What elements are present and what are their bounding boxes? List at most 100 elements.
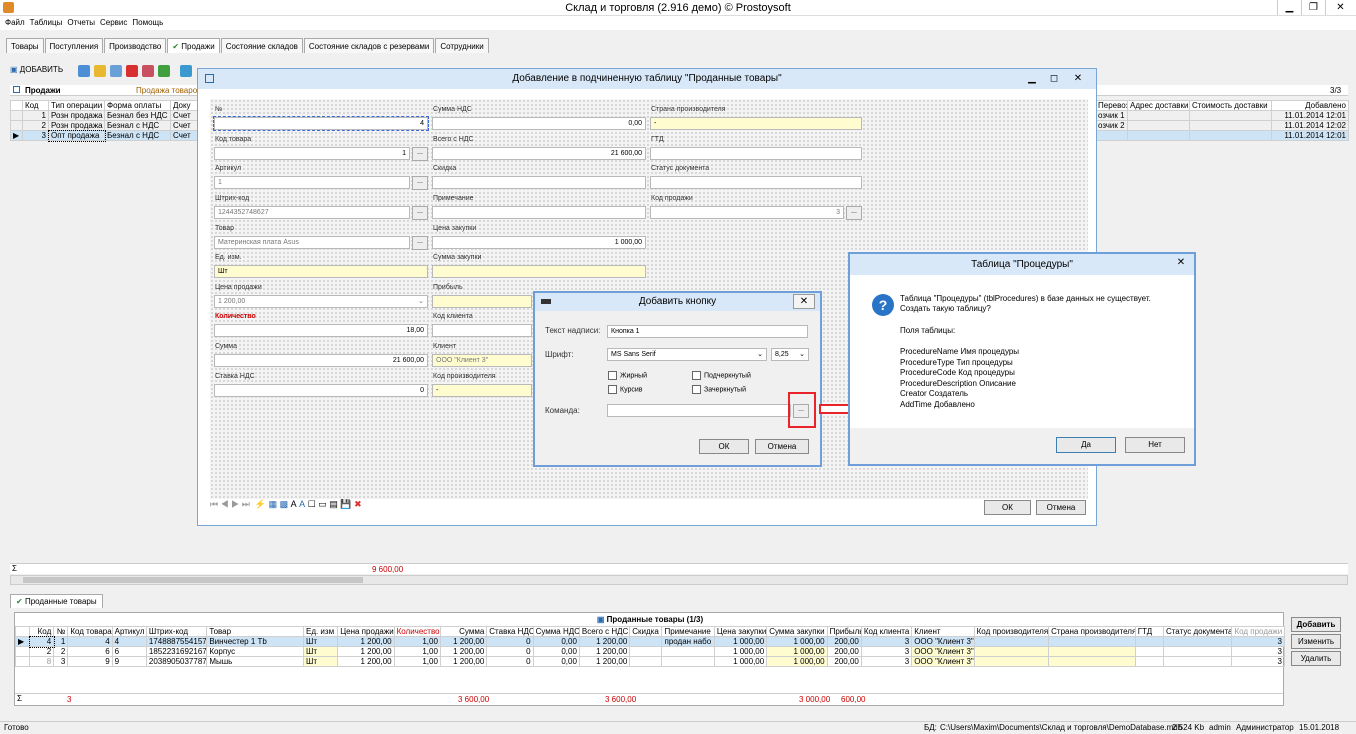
col-carrier[interactable]: Перевозчик: [1095, 100, 1128, 111]
col-header[interactable]: Ед. изм: [302, 626, 339, 637]
main-dialog-cancel-button[interactable]: Отмена: [1036, 500, 1086, 515]
vat-rate-field[interactable]: 0: [214, 384, 428, 397]
bold-checkbox-box[interactable]: [608, 371, 617, 380]
checkbox-icon[interactable]: ☐: [308, 499, 316, 509]
font-select[interactable]: MS Sans Serif ⌄: [607, 348, 767, 361]
tab-stock-reserve[interactable]: Состояние складов с резервами: [303, 38, 435, 53]
table-row[interactable]: 2 Розн продажа Безнал с НДС Счет: [10, 120, 199, 131]
col-header[interactable]: Цена продажи: [337, 626, 395, 637]
delete-control-icon[interactable]: ✖: [354, 499, 362, 509]
procedures-dialog-close-button[interactable]: ✕: [1169, 255, 1193, 272]
menu-tables[interactable]: Таблицы: [30, 16, 63, 30]
add-button-ok-button[interactable]: ОК: [699, 439, 749, 454]
col-header[interactable]: Количество: [393, 626, 441, 637]
table-row[interactable]: 1 Розн продажа Безнал без НДС Счет: [10, 110, 199, 121]
table-row[interactable]: 8 3 9 9 2038905037787 Мышь Шт 1 200,00 1,00 1 200…: [14, 656, 1285, 667]
col-header[interactable]: Код клиента: [860, 626, 913, 637]
vat-sum-field[interactable]: 0,00: [432, 117, 646, 130]
col-header[interactable]: Код производителя: [973, 626, 1050, 637]
col-header[interactable]: Код продажи: [1231, 626, 1285, 637]
italic-checkbox[interactable]: Курсив: [608, 385, 643, 394]
total-vat-field[interactable]: 21 600,00: [432, 147, 646, 160]
sum-field[interactable]: 21 600,00: [214, 354, 428, 367]
col-header[interactable]: Штрих-код: [145, 626, 208, 637]
article-field[interactable]: 1: [214, 176, 410, 189]
duplicate-icon[interactable]: [110, 65, 122, 77]
tab-icon[interactable]: ▤: [329, 499, 338, 509]
col-header[interactable]: Всего с НДС: [578, 626, 631, 637]
col-header[interactable]: Страна производителя: [1048, 626, 1136, 637]
menu-file[interactable]: Файл: [5, 16, 25, 30]
menu-help[interactable]: Помощь: [132, 16, 163, 30]
article-lookup-button[interactable]: ...: [412, 176, 428, 190]
label-icon[interactable]: A: [299, 499, 305, 509]
italic-checkbox-box[interactable]: [608, 385, 617, 394]
col-header[interactable]: Ставка НДС: [486, 626, 534, 637]
lightning-icon[interactable]: ⚡: [255, 499, 266, 509]
client-field[interactable]: ООО "Клиент 3": [432, 354, 532, 367]
table-row[interactable]: 11.01.2014 12:01: [1095, 130, 1349, 141]
delete-icon[interactable]: [126, 65, 138, 77]
command-input[interactable]: [607, 404, 791, 417]
num-field[interactable]: 4: [213, 116, 429, 131]
barcode-lookup-button[interactable]: ...: [412, 206, 428, 220]
table-row[interactable]: ▶ 3 Опт продажа Безнал с НДС Счет: [10, 129, 199, 142]
prev-record-icon[interactable]: ◀: [221, 499, 229, 509]
tab-sales[interactable]: ✔ Продажи: [167, 38, 220, 53]
add-row-button[interactable]: Добавить: [1291, 617, 1341, 632]
product-code-lookup-button[interactable]: ...: [412, 147, 428, 161]
no-button[interactable]: Нет: [1125, 437, 1185, 453]
col-doc[interactable]: Доку: [170, 100, 199, 111]
col-header[interactable]: Цена закупки: [713, 626, 768, 637]
col-header[interactable]: Код: [29, 626, 55, 637]
col-header[interactable]: №: [53, 626, 69, 637]
col-address[interactable]: Адрес доставки: [1127, 100, 1190, 111]
next-record-icon[interactable]: ▶: [231, 499, 239, 509]
refresh-icon[interactable]: [158, 65, 170, 77]
underline-checkbox-box[interactable]: [692, 371, 701, 380]
product-code-field[interactable]: 1: [214, 147, 410, 160]
horizontal-scrollbar[interactable]: [10, 575, 1348, 585]
last-record-icon[interactable]: ⏭: [242, 499, 250, 509]
client-code-field[interactable]: [432, 324, 532, 337]
sale-code-lookup-button[interactable]: ...: [846, 206, 862, 220]
edit-row-button[interactable]: Изменить: [1291, 634, 1341, 649]
col-header[interactable]: Примечание: [661, 626, 715, 637]
close-button[interactable]: ✕: [1325, 0, 1355, 15]
col-header[interactable]: ГТД: [1134, 626, 1164, 637]
main-dialog-ok-button[interactable]: ОК: [984, 500, 1031, 515]
tab-goods[interactable]: Товары: [6, 38, 44, 53]
note-field[interactable]: [432, 206, 646, 219]
cost-price-field[interactable]: 1 000,00: [432, 236, 646, 249]
tab-receipts[interactable]: Поступления: [44, 38, 104, 53]
table-row[interactable]: 2 2 6 6 1852231692167 Корпус Шт 1 200,00 1,00 1 2…: [14, 646, 1285, 657]
product-field[interactable]: Материнская плата Asus: [214, 236, 410, 249]
col-header[interactable]: Сумма закупки: [766, 626, 828, 637]
copy-icon[interactable]: [78, 65, 90, 77]
doc-status-field[interactable]: [650, 176, 862, 189]
font-size-select[interactable]: 8,25 ⌄: [771, 348, 809, 361]
filter-icon[interactable]: [180, 65, 192, 77]
discount-field[interactable]: [432, 176, 646, 189]
tab-employees[interactable]: Сотрудники: [435, 38, 489, 53]
col-header[interactable]: Артикул: [111, 626, 147, 637]
add-button[interactable]: ▣ ДОБАВИТЬ: [10, 65, 63, 74]
col-header[interactable]: Товар: [206, 626, 304, 637]
dialog-maximize-button[interactable]: ◻: [1044, 69, 1064, 89]
unit-field[interactable]: Шт: [214, 265, 428, 278]
col-code[interactable]: Код: [22, 100, 49, 111]
qty-field[interactable]: 18,00: [214, 324, 428, 337]
dialog-close-button[interactable]: ✕: [1068, 69, 1088, 89]
maximize-button[interactable]: ❐: [1301, 0, 1325, 15]
edit-icon[interactable]: [94, 65, 106, 77]
col-pay-form[interactable]: Форма оплаты: [104, 100, 171, 111]
image-icon[interactable]: ▩: [280, 499, 289, 509]
scrollbar-thumb[interactable]: [23, 577, 363, 583]
button-text-input[interactable]: Кнопка 1: [607, 325, 808, 338]
gtd-field[interactable]: [650, 147, 862, 160]
table-delete-icon[interactable]: [142, 65, 154, 77]
table-row[interactable]: озчик 1 11.01.2014 12:01: [1095, 110, 1349, 121]
col-header[interactable]: Клиент: [911, 626, 975, 637]
table-row[interactable]: ▶ 4 1 4 4 1748887554157 Винчестер 1 Tb Шт 1 200,…: [14, 635, 1285, 648]
strike-checkbox[interactable]: Зачеркнутый: [692, 385, 746, 394]
